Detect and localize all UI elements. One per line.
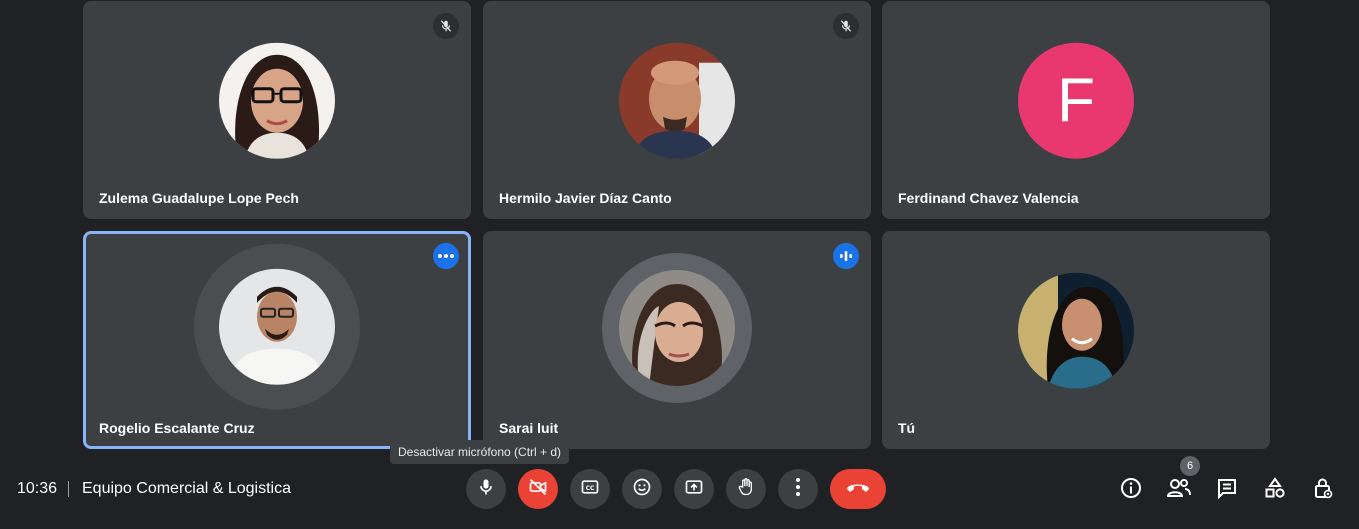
participant-name: Hermilo Javier Díaz Canto	[499, 190, 672, 206]
present-screen-icon	[684, 477, 704, 502]
mic-off-icon	[433, 13, 459, 39]
more-options-icon[interactable]	[433, 243, 459, 269]
participant-name: Tú	[898, 420, 916, 436]
avatar-speaking-ring	[194, 243, 360, 410]
participant-name: Sarai luit	[499, 420, 559, 436]
participant-tile-self[interactable]: Tú	[882, 231, 1270, 449]
emoji-icon	[632, 477, 652, 502]
activities-icon	[1263, 476, 1287, 505]
participant-name: Rogelio Escalante Cruz	[99, 420, 255, 436]
chat-icon	[1215, 476, 1239, 505]
participant-tile-rogelio[interactable]: Rogelio Escalante Cruz	[83, 231, 471, 449]
chat-button[interactable]	[1213, 476, 1241, 504]
speaking-indicator-icon	[833, 243, 859, 269]
raise-hand-icon	[736, 477, 756, 502]
people-button[interactable]	[1165, 476, 1193, 504]
participant-name: Ferdinand Chavez Valencia	[898, 190, 1079, 206]
people-icon	[1166, 476, 1192, 505]
closed-captions-icon: CC	[580, 477, 600, 502]
letter-avatar: F	[1018, 42, 1134, 159]
avatar-speaking-ring	[602, 253, 752, 403]
avatar	[619, 42, 735, 159]
camera-button[interactable]	[518, 469, 558, 509]
avatar: F	[1018, 42, 1134, 159]
svg-text:CC: CC	[586, 485, 595, 491]
avatar	[1018, 272, 1134, 389]
more-vert-icon	[795, 477, 801, 502]
mic-button[interactable]	[466, 469, 506, 509]
mic-tooltip: Desactivar micrófono (Ctrl + d)	[390, 440, 570, 464]
participant-name: Zulema Guadalupe Lope Pech	[99, 190, 299, 206]
participant-tile-zulema[interactable]: Zulema Guadalupe Lope Pech	[83, 1, 471, 219]
leave-call-button[interactable]	[830, 469, 886, 509]
activities-button[interactable]	[1261, 476, 1289, 504]
present-button[interactable]	[674, 469, 714, 509]
mic-off-icon	[833, 13, 859, 39]
host-controls-button[interactable]	[1309, 476, 1337, 504]
info-icon	[1119, 476, 1143, 505]
participant-tile-ferdinand[interactable]: F Ferdinand Chavez Valencia	[882, 1, 1270, 219]
clock: 10:36	[17, 480, 58, 497]
people-count-badge: 6	[1180, 456, 1200, 476]
host-controls-icon	[1311, 476, 1335, 505]
mic-icon	[476, 477, 496, 502]
meeting-title: Equipo Comercial & Logistica	[82, 480, 291, 497]
reactions-button[interactable]	[622, 469, 662, 509]
call-end-icon	[845, 480, 871, 499]
participant-tile-sarai[interactable]: Sarai luit	[483, 231, 871, 449]
avatar	[219, 42, 335, 159]
raise-hand-button[interactable]	[726, 469, 766, 509]
meeting-details-button[interactable]	[1117, 476, 1145, 504]
captions-button[interactable]: CC	[570, 469, 610, 509]
participant-tile-hermilo[interactable]: Hermilo Javier Díaz Canto	[483, 1, 871, 219]
more-options-button[interactable]	[778, 469, 818, 509]
divider	[68, 481, 69, 497]
videocam-off-icon	[528, 477, 548, 502]
